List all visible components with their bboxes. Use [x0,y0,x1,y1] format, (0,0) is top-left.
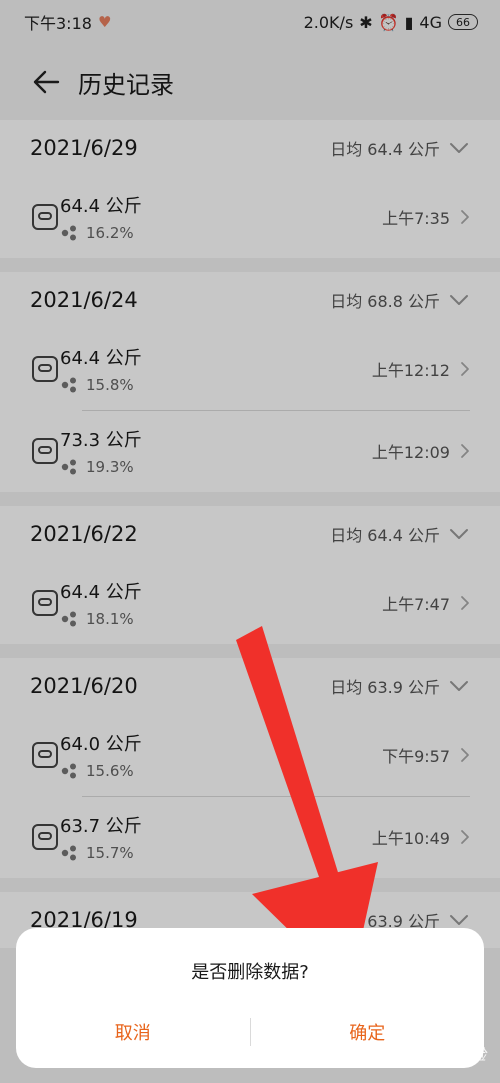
watermark: Baidu 经验 [408,1046,486,1064]
confirm-button[interactable]: 确定 [251,1019,485,1045]
dim-overlay[interactable] [0,0,500,1083]
dialog-message: 是否删除数据? [191,962,309,983]
cancel-button[interactable]: 取消 [16,1019,250,1045]
